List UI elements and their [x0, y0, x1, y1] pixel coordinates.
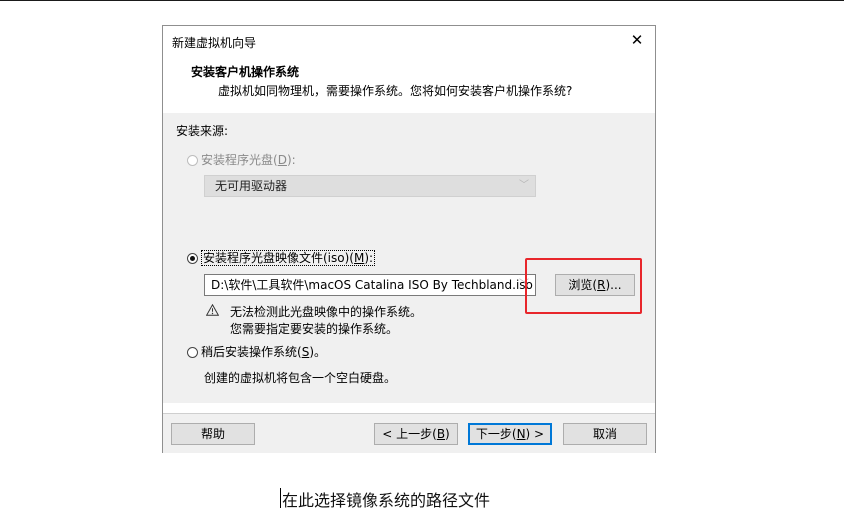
caption-text: 在此选择镜像系统的路径文件: [282, 491, 491, 510]
chevron-down-icon: ﹀: [519, 180, 529, 191]
iso-path-combo[interactable]: D:\软件\工具软件\macOS Catalina ISO By Techbla…: [204, 274, 536, 296]
wizard-footer: 帮助 < 上一步(B) 下一步(N) > 取消: [163, 414, 655, 453]
disc-drive-value: 无可用驱动器: [215, 179, 288, 193]
back-button[interactable]: < 上一步(B): [374, 423, 458, 445]
disc-drive-select[interactable]: 无可用驱动器 ﹀: [204, 175, 536, 197]
radio-button[interactable]: [187, 253, 198, 264]
dialog-title: 新建虚拟机向导: [172, 36, 257, 50]
radio-installer-disc[interactable]: 安装程序光盘(D):: [187, 151, 296, 168]
radio-iso-label: 安装程序光盘映像文件(iso)(M):: [201, 250, 376, 266]
next-button[interactable]: 下一步(N) >: [468, 423, 552, 445]
install-source-label: 安装来源:: [176, 124, 229, 138]
radio-install-later[interactable]: 稍后安装操作系统(S)。: [187, 343, 326, 360]
cancel-button[interactable]: 取消: [563, 423, 647, 445]
new-vm-wizard-dialog: 新建虚拟机向导 ✕ 安装客户机操作系统 虚拟机如同物理机，需要操作系统。您将如何…: [162, 25, 656, 453]
radio-installer-iso[interactable]: 安装程序光盘映像文件(iso)(M):: [187, 250, 376, 266]
text-cursor: [280, 488, 281, 508]
warning-message-line1: 无法检测此光盘映像中的操作系统。: [230, 305, 423, 319]
warning-message-line2: 您需要指定要安装的操作系统。: [230, 322, 399, 336]
radio-button[interactable]: [187, 155, 198, 166]
warning-icon: [205, 303, 220, 319]
page-title: 安装客户机操作系统: [191, 65, 300, 79]
dialog-titlebar: 新建虚拟机向导 ✕: [163, 26, 655, 56]
iso-path-input[interactable]: D:\软件\工具软件\macOS Catalina ISO By Techbla…: [211, 278, 533, 292]
page-top-rule: [0, 0, 844, 1]
close-icon[interactable]: ✕: [627, 30, 647, 50]
highlight-annotation-box: [525, 258, 642, 314]
radio-button[interactable]: [187, 347, 198, 358]
page-subtitle: 虚拟机如同物理机，需要操作系统。您将如何安装客户机操作系统?: [218, 84, 573, 98]
install-later-description: 创建的虚拟机将包含一个空白硬盘。: [204, 371, 397, 385]
help-button[interactable]: 帮助: [171, 423, 255, 445]
